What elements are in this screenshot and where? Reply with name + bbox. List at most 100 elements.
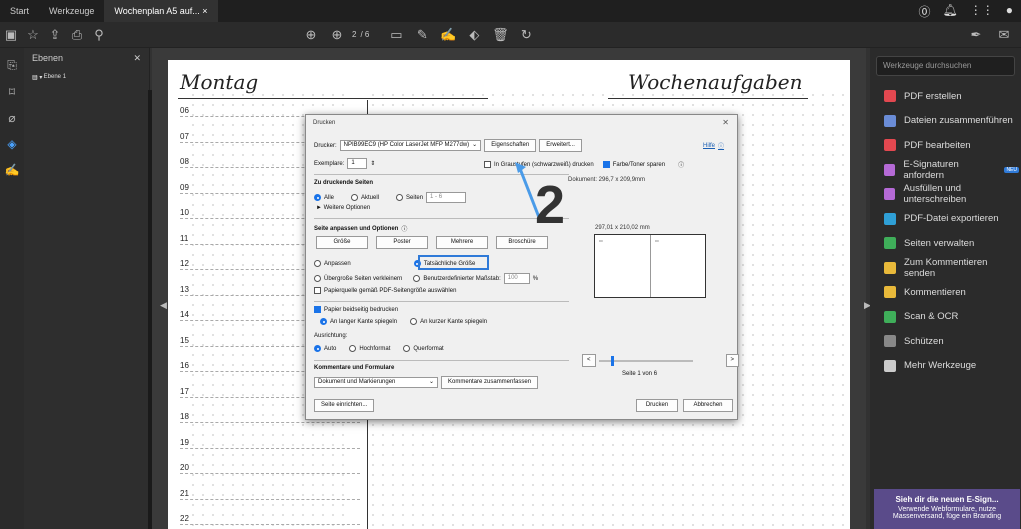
signature-icon[interactable]: ✍ (5, 163, 20, 177)
printer-row: Drucker: NPIB99EC9 (HP Color LaserJet MF… (314, 139, 582, 152)
pages-icon[interactable]: ⎘ (7, 58, 17, 73)
tool-item[interactable]: Seiten verwalten (870, 231, 1021, 256)
tools-search-input[interactable]: Werkzeuge durchsuchen (876, 56, 1015, 76)
close-icon[interactable]: × (202, 6, 207, 16)
grayscale-checkbox[interactable] (484, 161, 491, 168)
hour-slot: 20 (180, 463, 360, 474)
tool-item[interactable]: Kommentieren (870, 280, 1021, 305)
tool-item[interactable]: PDF erstellen (870, 84, 1021, 109)
save-icon[interactable]: ▣ (0, 27, 22, 43)
apps-icon[interactable]: ⋮⋮ (970, 3, 994, 20)
copies-stepper-icon[interactable]: ⇕ (370, 160, 375, 167)
tab-document[interactable]: Wochenplan A5 auf... × (104, 0, 218, 22)
tool-item[interactable]: Zum Kommentieren senden (870, 256, 1021, 281)
paper-source-checkbox[interactable] (314, 287, 321, 294)
print-dialog: Drucken ✕ Drucker: NPIB99EC9 (HP Color L… (305, 114, 740, 420)
size-button[interactable]: Größe (316, 236, 368, 249)
scale-input[interactable]: 100 (503, 273, 530, 284)
booklet-button[interactable]: Broschüre (496, 236, 548, 249)
preview-next-button[interactable]: > (725, 354, 740, 367)
search-icon[interactable]: ⚲ (88, 27, 110, 43)
preview-prev-button[interactable]: < (582, 354, 596, 367)
help-link[interactable]: Hilfe ⓘ (703, 141, 724, 151)
print-icon[interactable]: ⎙ (66, 27, 88, 43)
shrink-radio[interactable] (314, 275, 321, 282)
sign-tool-icon[interactable]: ✒ (965, 27, 987, 43)
current-radio[interactable] (351, 194, 359, 201)
tool-item[interactable]: PDF-Datei exportieren (870, 207, 1021, 232)
tool-item[interactable]: E-Signaturen anfordern NEU (870, 158, 1021, 183)
scale-unit: % (532, 275, 539, 282)
tab-start[interactable]: Start (0, 0, 39, 22)
all-radio[interactable] (314, 194, 321, 201)
page-current[interactable]: 2 (352, 30, 356, 39)
tool-icon (884, 139, 896, 152)
sign-icon[interactable]: ✍ (437, 27, 459, 43)
landscape-radio[interactable] (403, 345, 411, 352)
bell-icon[interactable]: 🔔︎ (943, 3, 958, 20)
printer-select[interactable]: NPIB99EC9 (HP Color LaserJet MFP M277dw)… (339, 140, 482, 151)
page-setup-button[interactable]: Seite einrichten... (314, 399, 375, 412)
upload-icon[interactable]: ⇪ (44, 27, 66, 43)
close-icon[interactable]: ✕ (722, 115, 729, 131)
properties-button[interactable]: Eigenschaften (484, 139, 537, 152)
advanced-button[interactable]: Erweitert... (539, 139, 582, 152)
save-toner-checkbox[interactable] (602, 161, 610, 168)
copies-input[interactable]: 1 (347, 158, 368, 169)
tool-item[interactable]: Scan & OCR (870, 305, 1021, 330)
tool-item[interactable]: Schützen (870, 329, 1021, 354)
comment-icon[interactable]: ▭ (385, 27, 407, 43)
bookmark-icon[interactable]: ⌑ (9, 85, 15, 99)
info-icon[interactable]: ⓘ (678, 160, 684, 169)
cancel-button[interactable]: Abbrechen (683, 399, 733, 412)
preview-size: 297,01 x 210,02 mm (595, 225, 650, 231)
avatar[interactable]: ● (1006, 3, 1013, 20)
tool-label: Ausfüllen und unterschreiben (903, 183, 967, 206)
custom-scale-radio[interactable] (413, 275, 421, 282)
slider-thumb[interactable] (610, 355, 614, 366)
fit-radio[interactable] (314, 260, 321, 267)
pen-icon[interactable]: ✎ (411, 27, 433, 43)
tab-tools[interactable]: Werkzeuge (39, 0, 104, 22)
print-button[interactable]: Drucken (636, 399, 678, 412)
star-icon[interactable]: ☆ (22, 27, 44, 43)
rotate-icon[interactable]: ↻ (515, 27, 537, 43)
poster-button[interactable]: Poster (376, 236, 428, 249)
tool-label: Scan & OCR (904, 311, 959, 323)
page-total: / 6 (360, 30, 370, 39)
pages-range-input[interactable]: 1 - 6 (426, 192, 467, 203)
more-options-link[interactable]: ► Weitere Optionen (316, 205, 370, 211)
tool-item[interactable]: PDF bearbeiten (870, 133, 1021, 158)
trash-icon[interactable]: 🗑︎ (489, 27, 511, 43)
short-edge-radio[interactable] (410, 318, 418, 325)
layer-item[interactable]: ▢ Ebene 1 (24, 68, 74, 86)
attachment-icon[interactable]: ⌀ (8, 111, 15, 125)
mail-icon[interactable]: ✉ (993, 27, 1015, 43)
stamp-icon[interactable]: ⬖ (463, 27, 485, 43)
close-icon[interactable]: ✕ (133, 53, 141, 64)
sizing-title-text: Seite anpassen und Optionen (314, 225, 399, 232)
long-edge-radio[interactable] (320, 318, 327, 325)
tool-item[interactable]: Mehr Werkzeuge (870, 354, 1021, 379)
comments-section-title: Kommentare und Formulare (314, 365, 395, 371)
layers-icon[interactable]: ◈ (7, 137, 16, 151)
eye-icon[interactable]: ▢ (32, 74, 38, 81)
info-icon[interactable]: ⓘ (401, 224, 407, 233)
grayscale-row: In Graustufen (schwarzweiß) drucken Farb… (484, 160, 684, 169)
auto-radio[interactable] (314, 345, 321, 352)
comments-select[interactable]: Dokument und Markierungen ⌄ (314, 377, 438, 388)
shrink-row: Übergroße Seiten verkleinern Benutzerdef… (314, 273, 538, 284)
collapse-left-icon[interactable]: ◀ (160, 300, 167, 311)
tool-item[interactable]: Ausfüllen und unterschreiben (870, 182, 1021, 207)
multiple-button[interactable]: Mehrere (436, 236, 488, 249)
duplex-checkbox[interactable] (314, 306, 321, 313)
page-down-icon[interactable]: ⊕ (326, 27, 348, 43)
pages-radio[interactable] (396, 194, 404, 201)
preview-slider[interactable] (598, 355, 693, 366)
tool-item[interactable]: Dateien zusammenführen (870, 109, 1021, 134)
help-icon[interactable]: ⓪ (919, 3, 931, 20)
summarize-comments-button[interactable]: Kommentare zusammenfassen (441, 376, 539, 389)
page-up-icon[interactable]: ⊕ (300, 27, 322, 43)
promo-banner[interactable]: Sieh dir die neuen E-Sign... Verwende We… (874, 489, 1020, 529)
portrait-radio[interactable] (349, 345, 357, 352)
